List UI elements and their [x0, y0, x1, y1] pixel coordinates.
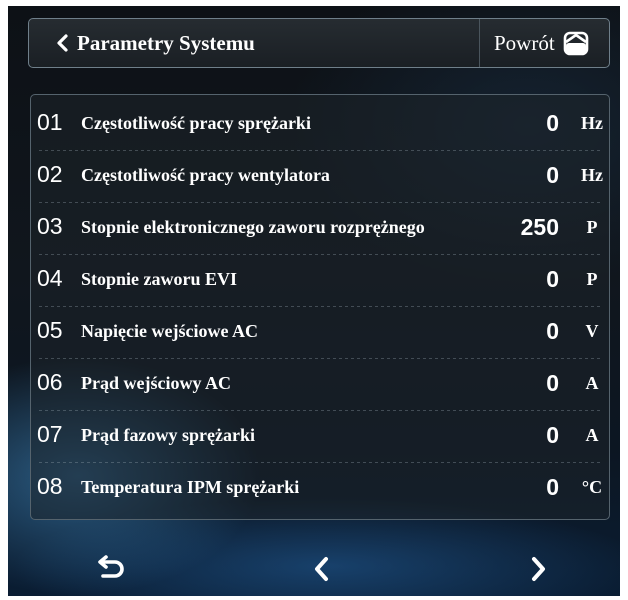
parameter-number: 04 — [37, 265, 63, 291]
parameter-row: 05 Napięcie wejściowe AC 0 V — [31, 307, 609, 359]
parameter-name: Prąd wejściowy AC — [81, 373, 231, 393]
parameter-value: 0 — [546, 110, 559, 136]
parameter-number: 03 — [37, 213, 63, 239]
device-screen: Parametry Systemu Powrót 01 Częstotliwoś… — [8, 6, 620, 596]
parameter-number: 08 — [37, 473, 63, 499]
nav-next-button[interactable] — [508, 546, 568, 592]
page-title: Parametry Systemu — [77, 30, 255, 55]
parameter-row: 04 Stopnie zaworu EVI 0 P — [31, 255, 609, 307]
parameter-value: 250 — [520, 214, 559, 240]
parameter-unit: P — [586, 269, 598, 289]
parameter-number: 06 — [37, 369, 63, 395]
parameter-name: Stopnie elektronicznego zaworu rozprężne… — [81, 217, 425, 237]
parameter-row: 02 Częstotliwość pracy wentylatora 0 Hz — [31, 151, 609, 203]
parameter-unit: P — [586, 217, 598, 237]
parameter-row: 03 Stopnie elektronicznego zaworu rozprę… — [31, 203, 609, 255]
return-arrow-icon — [98, 555, 124, 578]
parameter-number: 01 — [37, 109, 63, 135]
parameter-name: Stopnie zaworu EVI — [81, 269, 238, 289]
parameter-value: 0 — [546, 422, 559, 448]
parameter-value: 0 — [546, 474, 559, 500]
parameter-row: 01 Częstotliwość pracy sprężarki 0 Hz — [31, 99, 609, 151]
parameter-name: Napięcie wejściowe AC — [81, 321, 258, 341]
parameter-unit: °C — [581, 477, 603, 497]
parameter-number: 07 — [37, 421, 63, 447]
chevron-left-icon — [315, 557, 328, 581]
parameter-name: Częstotliwość pracy wentylatora — [81, 165, 330, 185]
parameter-unit: Hz — [581, 113, 603, 133]
nav-prev-button[interactable] — [292, 546, 352, 592]
header-bar: Parametry Systemu Powrót — [28, 18, 610, 68]
chevron-right-icon — [532, 557, 545, 581]
parameter-unit: V — [585, 321, 599, 341]
parameter-name: Temperatura IPM sprężarki — [81, 477, 300, 497]
nav-back-button[interactable] — [80, 546, 140, 592]
parameter-list: 01 Częstotliwość pracy sprężarki 0 Hz 02… — [30, 94, 610, 520]
parameter-name: Częstotliwość pracy sprężarki — [81, 113, 311, 133]
chevron-left-icon — [57, 34, 68, 52]
parameter-value: 0 — [546, 370, 559, 396]
return-button[interactable]: Powrót — [480, 19, 610, 67]
parameter-unit: A — [585, 373, 599, 393]
parameter-row: 06 Prąd wejściowy AC 0 A — [31, 359, 609, 411]
back-button[interactable]: Parametry Systemu — [29, 19, 329, 67]
parameter-name: Prąd fazowy sprężarki — [81, 425, 255, 445]
parameter-value: 0 — [546, 266, 559, 292]
parameter-number: 05 — [37, 317, 63, 343]
parameter-unit: Hz — [581, 165, 603, 185]
parameter-value: 0 — [546, 162, 559, 188]
parameter-value: 0 — [546, 318, 559, 344]
parameter-row: 08 Temperatura IPM sprężarki 0 °C — [31, 463, 609, 515]
parameter-unit: A — [585, 425, 599, 445]
return-label: Powrót — [494, 30, 555, 55]
home-icon — [563, 31, 588, 56]
parameter-row: 07 Prąd fazowy sprężarki 0 A — [31, 411, 609, 463]
parameter-number: 02 — [37, 161, 63, 187]
